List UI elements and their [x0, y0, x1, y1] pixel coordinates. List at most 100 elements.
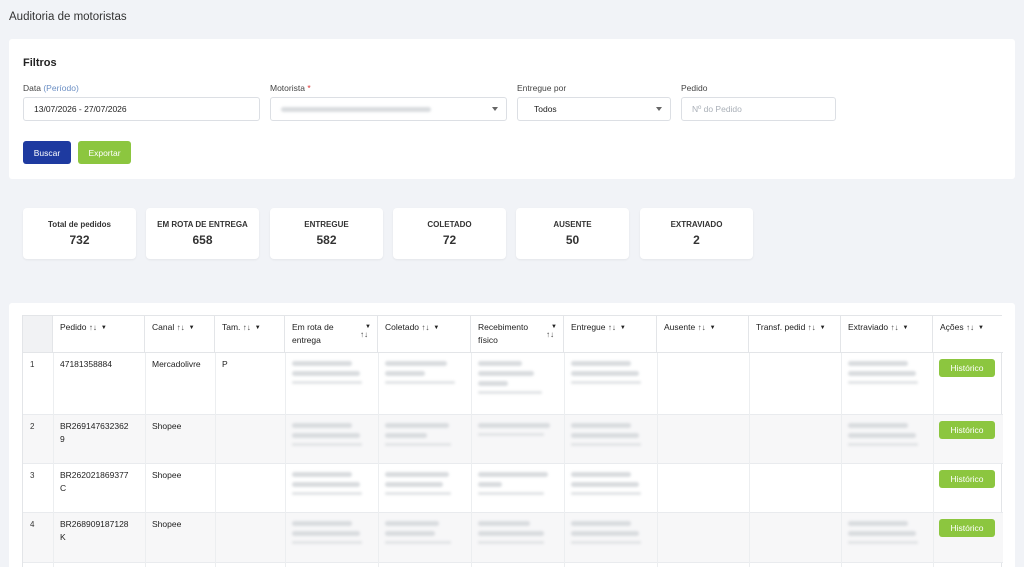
- column-header-coletado[interactable]: Coletado ↑↓ ▼: [378, 316, 471, 353]
- search-button[interactable]: Buscar: [23, 141, 71, 164]
- stat-card-total: Total de pedidos 732: [23, 208, 136, 259]
- entregue-select[interactable]: Todos: [517, 97, 671, 121]
- stat-card-ausente: AUSENTE 50: [516, 208, 629, 259]
- row-number: 1: [30, 360, 35, 369]
- stat-label: ENTREGUE: [304, 220, 349, 229]
- column-header-extraviado[interactable]: Extraviado ↑↓ ▼: [841, 316, 933, 353]
- stat-card-entregue: ENTREGUE 582: [270, 208, 383, 259]
- history-button[interactable]: Histórico: [939, 519, 995, 537]
- filters-panel: Filtros Data (Período) 13/07/2026 - 27/0…: [9, 39, 1015, 179]
- redacted-extraviado-cell: [848, 521, 924, 549]
- redacted-coletado-cell: [385, 361, 461, 389]
- history-button[interactable]: Histórico: [939, 359, 995, 377]
- sort-icon[interactable]: ↑↓: [966, 323, 974, 332]
- column-header-tam[interactable]: Tam. ↑↓ ▼: [215, 316, 285, 353]
- stat-value: 732: [69, 233, 90, 247]
- pedido-line: C: [60, 483, 67, 493]
- redacted-coletado-cell: [385, 423, 461, 451]
- column-header-em-rota[interactable]: Em rota de entrega ↑↓ ▼: [285, 316, 378, 353]
- filter-icon[interactable]: ▼: [255, 325, 261, 331]
- column-header-ausente[interactable]: Ausente ↑↓ ▼: [657, 316, 749, 353]
- tam-cell: P: [222, 359, 228, 369]
- header-label: Transf. pedid: [756, 322, 806, 332]
- filter-icon[interactable]: ▼: [710, 325, 716, 331]
- pedido-line: BR268909187128: [60, 519, 129, 529]
- redacted-recebimento-cell: [478, 472, 554, 500]
- redacted-recebimento-cell: [478, 423, 554, 441]
- column-header-canal[interactable]: Canal ↑↓ ▼: [145, 316, 215, 353]
- filter-icon[interactable]: ▼: [101, 325, 107, 331]
- redacted-recebimento-cell: [478, 521, 554, 549]
- header-label: Canal: [152, 322, 175, 332]
- filters-title: Filtros: [23, 57, 57, 69]
- sort-icon[interactable]: ↑↓: [698, 323, 706, 332]
- column-header-pedido[interactable]: Pedido ↑↓ ▼: [53, 316, 145, 353]
- stat-label: AUSENTE: [553, 220, 592, 229]
- table-row: 1 47181358884 Mercadolivre P Histórico: [23, 353, 1003, 415]
- stat-value: 2: [693, 233, 700, 247]
- orders-table: Pedido ↑↓ ▼ Canal ↑↓ ▼ Tam. ↑↓ ▼ Em rota de…: [22, 315, 1003, 567]
- table-row: 2 BR269147632362 9 Shopee Histórico: [23, 415, 1003, 464]
- sort-icon[interactable]: ↑↓: [421, 323, 429, 332]
- pedido-label: Pedido: [681, 83, 708, 93]
- motorista-label: Motorista *: [270, 83, 311, 93]
- canal-cell: Shopee: [152, 421, 182, 431]
- redacted-coletado-cell: [385, 472, 461, 500]
- column-header-transf[interactable]: Transf. pedid ↑↓ ▼: [749, 316, 841, 353]
- filter-icon[interactable]: ▼: [433, 325, 439, 331]
- entregue-label: Entregue por: [517, 83, 567, 93]
- stat-value: 582: [316, 233, 337, 247]
- header-label: Entregue: [571, 322, 606, 332]
- filter-icon[interactable]: ▼: [189, 325, 195, 331]
- stat-card-extraviado: EXTRAVIADO 2: [640, 208, 753, 259]
- filter-icon[interactable]: ▼: [551, 321, 557, 334]
- sort-icon[interactable]: ↑↓: [808, 323, 816, 332]
- pedido-input[interactable]: Nº do Pedido: [681, 97, 836, 121]
- stat-label: EM ROTA DE ENTREGA: [157, 220, 248, 229]
- chevron-down-icon: [656, 107, 662, 111]
- canal-cell: Shopee: [152, 470, 182, 480]
- row-number: 4: [30, 520, 35, 529]
- filter-icon[interactable]: ▼: [978, 325, 984, 331]
- date-label-hint: (Período): [43, 83, 79, 93]
- index-header: [23, 316, 53, 353]
- redacted-entregue-cell: [571, 423, 647, 451]
- date-label: Data (Período): [23, 83, 79, 93]
- canal-cell: Mercadolivre: [152, 359, 201, 369]
- filter-icon[interactable]: ▼: [903, 325, 909, 331]
- filter-icon[interactable]: ▼: [820, 325, 826, 331]
- export-button[interactable]: Exportar: [78, 141, 131, 164]
- redacted-extraviado-cell: [848, 423, 924, 451]
- redacted-coletado-cell: [385, 521, 461, 549]
- sort-icon[interactable]: ↑↓: [177, 323, 185, 332]
- filter-icon[interactable]: ▼: [365, 321, 371, 334]
- history-button[interactable]: Histórico: [939, 470, 995, 488]
- column-header-entregue[interactable]: Entregue ↑↓ ▼: [564, 316, 657, 353]
- sort-icon[interactable]: ↑↓: [608, 323, 616, 332]
- sort-icon[interactable]: ↑↓: [243, 323, 251, 332]
- row-number: 3: [30, 471, 35, 480]
- sort-icon[interactable]: ↑↓: [89, 323, 97, 332]
- date-range-value: 13/07/2026 - 27/07/2026: [34, 104, 127, 114]
- column-header-recebimento[interactable]: Recebimento físico ↑↓ ▼: [471, 316, 564, 353]
- filter-icon[interactable]: ▼: [620, 325, 626, 331]
- redacted-entregue-cell: [571, 521, 647, 549]
- column-header-acoes[interactable]: Ações ↑↓ ▼: [933, 316, 1003, 353]
- motorista-select[interactable]: [270, 97, 507, 121]
- stat-card-coletado: COLETADO 72: [393, 208, 506, 259]
- history-button[interactable]: Histórico: [939, 421, 995, 439]
- header-label: Ações: [940, 322, 964, 332]
- row-number: 2: [30, 422, 35, 431]
- redacted-recebimento-cell: [478, 361, 554, 399]
- sort-icon[interactable]: ↑↓: [891, 323, 899, 332]
- pedido-cell: 47181358884: [60, 359, 113, 369]
- header-label: Pedido: [60, 322, 87, 332]
- pedido-cell: BR262021869377 C: [60, 469, 129, 495]
- pedido-placeholder: Nº do Pedido: [692, 104, 742, 114]
- redacted-em-rota-cell: [292, 472, 368, 500]
- stat-value: 50: [565, 233, 580, 247]
- date-label-text: Data: [23, 83, 41, 93]
- date-range-input[interactable]: 13/07/2026 - 27/07/2026: [23, 97, 260, 121]
- header-label: Extraviado: [848, 322, 889, 332]
- table-row: [23, 563, 1003, 567]
